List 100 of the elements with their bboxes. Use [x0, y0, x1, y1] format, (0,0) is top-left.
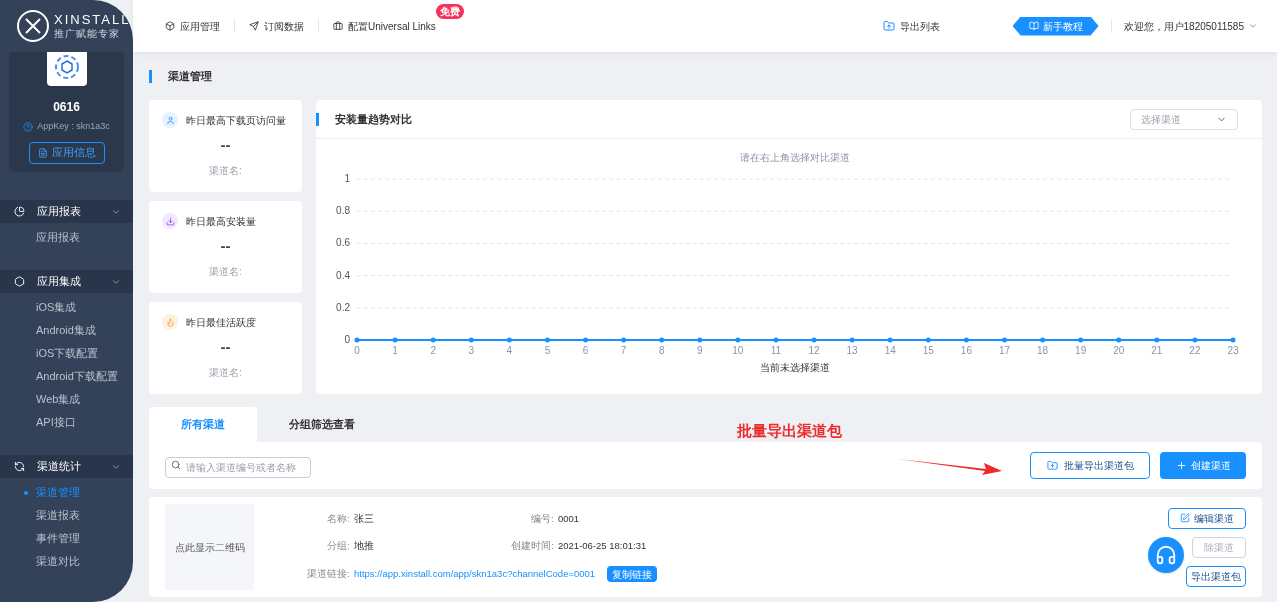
y-tick-label: 0: [344, 334, 350, 345]
field-label: 分组:: [326, 539, 351, 553]
data-point: [430, 337, 436, 343]
free-badge: 免费: [435, 3, 464, 19]
copy-link-button[interactable]: 复制链接: [607, 566, 658, 583]
data-point: [963, 337, 969, 343]
export-channel-button[interactable]: 导出渠道包: [1186, 565, 1246, 587]
data-point: [773, 337, 779, 343]
field-value: 2021-06-25 18:01:31: [558, 539, 648, 553]
x-tick-label: 11: [770, 345, 782, 356]
x-tick-label: 23: [1227, 345, 1239, 356]
sidebar-item[interactable]: Web集成: [36, 391, 81, 408]
x-tick-label: 14: [884, 345, 896, 356]
x-tick-label: 7: [620, 345, 627, 356]
x-tick-label: 8: [658, 345, 665, 356]
data-point: [621, 337, 627, 343]
nav-link[interactable]: 配置Universal Links: [348, 18, 436, 34]
page-title: 渠道管理: [168, 68, 212, 84]
x-tick-label: 2: [430, 345, 436, 356]
logo-icon: [16, 9, 50, 43]
sidebar-item[interactable]: 渠道管理: [36, 484, 80, 501]
tab[interactable]: 分组筛选查看: [257, 407, 387, 442]
nav-icon: [333, 21, 343, 31]
nav-icon: [249, 21, 259, 31]
field-value: 地推: [354, 539, 375, 553]
chevron-down-icon: [1248, 21, 1258, 31]
sidebar-item[interactable]: 事件管理: [36, 530, 80, 547]
data-point: [392, 337, 398, 343]
search-icon: [171, 459, 181, 470]
sidebar-item[interactable]: iOS集成: [36, 299, 77, 316]
sidebar-group[interactable]: 渠道统计: [0, 455, 133, 478]
data-point: [811, 337, 817, 343]
stat-title: 昨日最高下载页访问量: [186, 113, 286, 128]
export-list-link[interactable]: 导出列表: [899, 18, 940, 34]
data-point: [887, 337, 893, 343]
data-point: [925, 337, 931, 343]
sidebar-item[interactable]: 应用报表: [36, 229, 80, 246]
sidebar-item[interactable]: Android集成: [36, 322, 96, 339]
y-tick-label: 0.6: [336, 237, 350, 249]
nav-link[interactable]: 订阅数据: [264, 18, 304, 34]
create-channel-button[interactable]: 创建渠道: [1160, 452, 1246, 479]
sidebar-group[interactable]: 应用集成: [0, 270, 133, 293]
x-tick-label: 18: [1037, 345, 1049, 356]
stat-icon: [162, 213, 178, 229]
y-tick-label: 0.8: [336, 205, 350, 217]
stat-title: 昨日最高安装量: [186, 214, 256, 229]
stat-icon: [162, 112, 178, 128]
nav-link[interactable]: 应用管理: [180, 18, 220, 34]
field-value: 0001: [558, 511, 581, 526]
data-point: [544, 337, 550, 343]
document-icon: [37, 147, 48, 158]
data-point: [506, 337, 512, 343]
y-tick-label: 0.2: [336, 301, 350, 313]
x-tick-label: 13: [846, 345, 858, 356]
edit-channel-button[interactable]: 编辑渠道: [1168, 507, 1246, 529]
folder-upload-icon: [1046, 460, 1058, 471]
x-tick-label: 5: [544, 345, 551, 356]
help-icon[interactable]: [23, 121, 34, 132]
annotation-text: 批量导出渠道包: [737, 421, 842, 441]
data-point: [735, 337, 741, 343]
user-menu[interactable]: 欢迎您，用户18205011585: [1123, 18, 1258, 34]
data-point: [697, 337, 703, 343]
brand-tagline: 推广赋能专家: [54, 27, 121, 41]
data-point: [1078, 337, 1084, 343]
x-tick-label: 19: [1075, 345, 1087, 356]
x-tick-label: 21: [1151, 345, 1163, 356]
app-info-button[interactable]: 应用信息: [28, 141, 105, 164]
data-point: [583, 337, 588, 343]
stat-caption: 渠道名:: [209, 365, 242, 380]
data-point: [1192, 337, 1198, 343]
chart-card-title: 安装量趋势对比: [335, 111, 412, 127]
stat-title: 昨日最佳活跃度: [186, 315, 256, 330]
data-point: [1230, 337, 1236, 343]
stat-value: --: [220, 135, 231, 155]
batch-export-button[interactable]: 批量导出渠道包: [1030, 452, 1150, 479]
y-tick-label: 0.4: [336, 269, 350, 281]
sidebar-group[interactable]: 应用报表: [0, 200, 133, 223]
book-icon: [1028, 21, 1039, 31]
sidebar-item[interactable]: 渠道报表: [36, 507, 80, 524]
sidebar-item[interactable]: 渠道对比: [36, 553, 80, 570]
app-icon: [46, 52, 87, 86]
support-button[interactable]: [1148, 537, 1184, 573]
data-point: [354, 337, 360, 343]
x-tick-label: 15: [922, 345, 934, 356]
data-point: [1154, 337, 1160, 343]
group-icon: [14, 461, 25, 472]
qr-placeholder[interactable]: 点此显示二维码: [165, 504, 254, 590]
tab[interactable]: 所有渠道: [149, 407, 257, 442]
data-point: [1040, 337, 1046, 343]
tutorial-button[interactable]: 新手教程: [1012, 16, 1099, 36]
sidebar-item[interactable]: Android下载配置: [36, 368, 118, 385]
plus-icon: [1175, 460, 1187, 471]
sidebar-item[interactable]: iOS下载配置: [36, 345, 99, 362]
stat-caption: 渠道名:: [209, 264, 242, 279]
channel-link[interactable]: https://app.xinstall.com/app/skn1a3c?channelCode=0001: [354, 567, 596, 582]
app-name: 0616: [53, 99, 80, 116]
data-point: [1116, 337, 1122, 343]
search-field[interactable]: 请输入渠道编号或者名称: [165, 456, 311, 478]
x-tick-label: 22: [1189, 345, 1201, 356]
sidebar-item[interactable]: API接口: [36, 414, 76, 431]
